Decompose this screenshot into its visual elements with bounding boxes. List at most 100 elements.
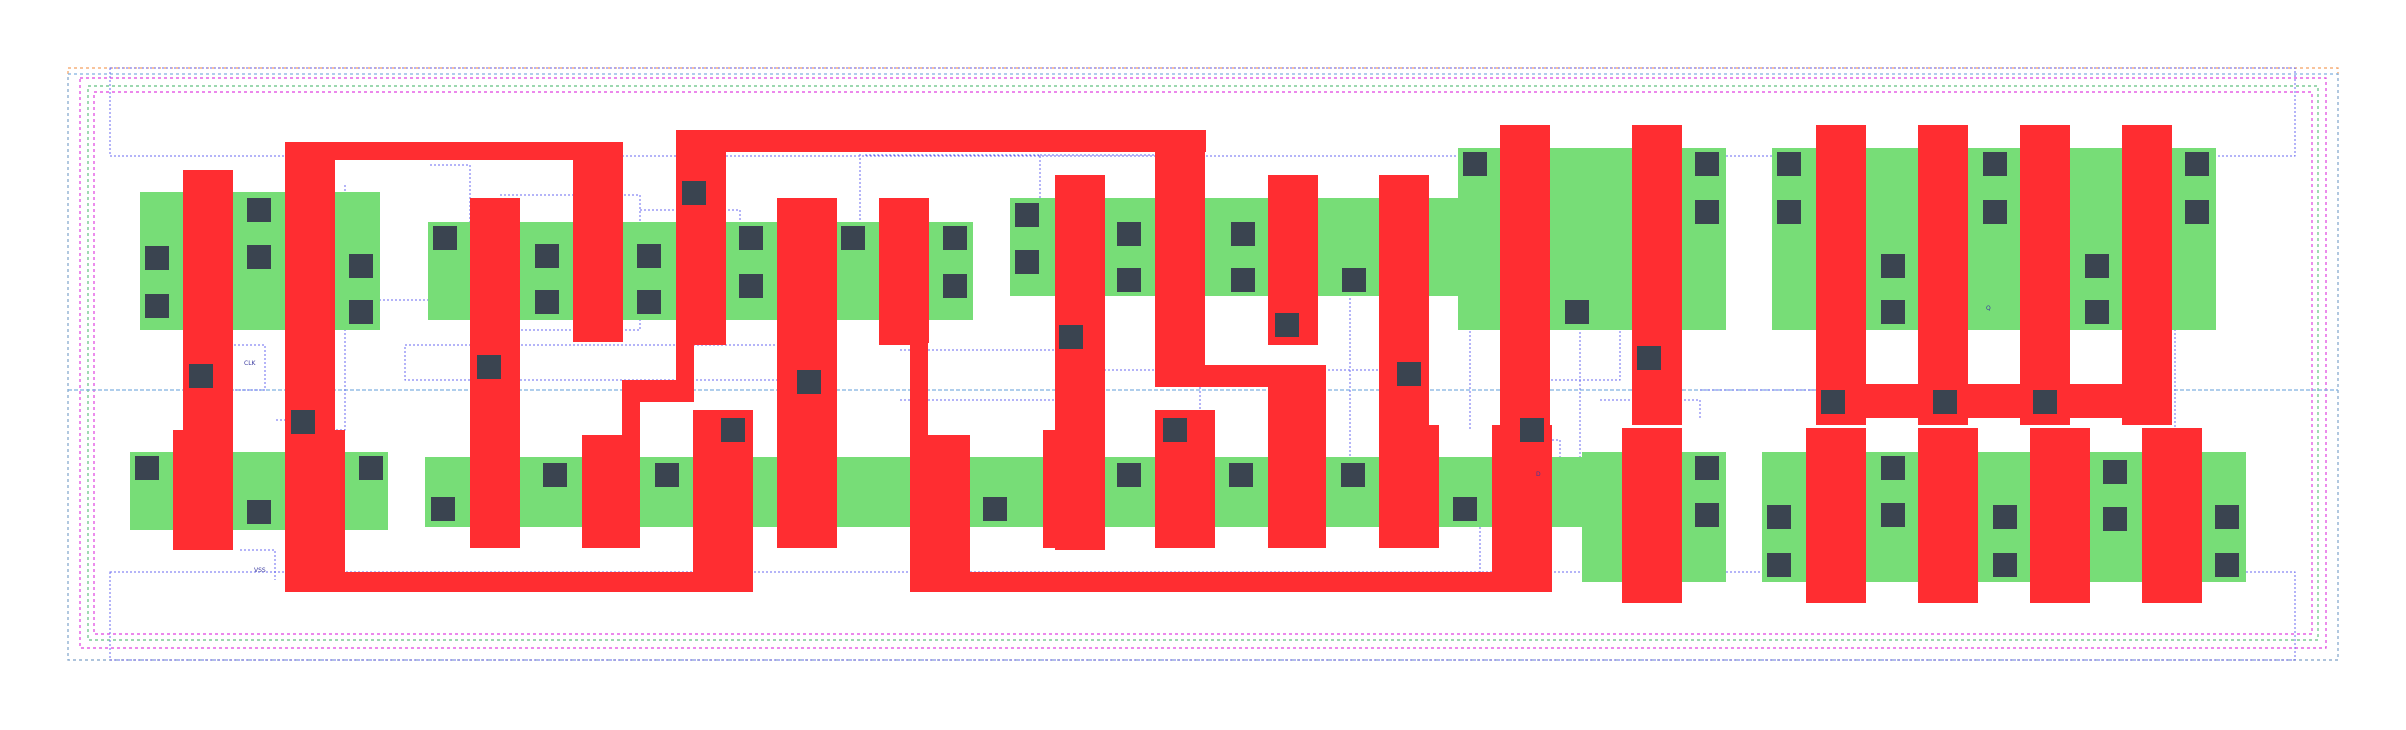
- contact: [2085, 300, 2109, 324]
- contact: [637, 290, 661, 314]
- pin-label-q: Q: [1986, 305, 1991, 312]
- contact: [431, 497, 455, 521]
- contact: [1453, 497, 1477, 521]
- contact: [1881, 456, 1905, 480]
- contact: [655, 463, 679, 487]
- contact: [135, 456, 159, 480]
- contact: [1231, 268, 1255, 292]
- poly-gate-18: [2020, 125, 2070, 425]
- contact: [1117, 268, 1141, 292]
- poly-gate-5: [582, 435, 640, 548]
- poly-gate-9b: [910, 325, 928, 435]
- contact: [1983, 152, 2007, 176]
- contact: [1117, 463, 1141, 487]
- poly-gate-15: [1632, 125, 1682, 425]
- contact: [359, 456, 383, 480]
- contact: [1767, 553, 1791, 577]
- metal-net-5: [404, 344, 801, 381]
- poly-gate-13: [1379, 175, 1429, 425]
- poly-top-bar-1: [285, 142, 623, 160]
- contact: [739, 274, 763, 298]
- poly-gate-12b: [1268, 365, 1326, 548]
- contact: [1695, 503, 1719, 527]
- contact: [943, 274, 967, 298]
- contact: [145, 294, 169, 318]
- contact: [247, 500, 271, 524]
- poly-gate-9: [879, 198, 929, 343]
- poly-link-5b: [622, 380, 640, 450]
- contact: [1695, 456, 1719, 480]
- contact: [1015, 203, 1039, 227]
- poly-gate-18b: [2030, 428, 2090, 603]
- contact: [433, 226, 457, 250]
- poly-gate-15b: [1622, 428, 1682, 603]
- contact: [2103, 507, 2127, 531]
- contact: [1881, 300, 1905, 324]
- contact: [1059, 325, 1083, 349]
- contact: [1341, 463, 1365, 487]
- contact: [983, 497, 1007, 521]
- contact: [739, 226, 763, 250]
- contact: [1821, 390, 1845, 414]
- contact: [1275, 313, 1299, 337]
- contact: [943, 226, 967, 250]
- poly-gate-17: [1918, 125, 1968, 425]
- contact: [2215, 553, 2239, 577]
- poly-gate-11: [1155, 130, 1205, 370]
- contact: [189, 364, 213, 388]
- contact: [477, 355, 501, 379]
- poly-gate-16b: [1806, 428, 1866, 603]
- poly-gate-6: [676, 130, 726, 345]
- poly-gate-14b: [1492, 425, 1552, 592]
- contact: [1231, 222, 1255, 246]
- metal-net-23: [240, 549, 276, 580]
- poly-output-bar: [1816, 384, 2172, 418]
- contact: [247, 245, 271, 269]
- poly-bottom-bar-2: [910, 572, 1550, 592]
- contact: [797, 370, 821, 394]
- contact: [535, 244, 559, 268]
- contact: [1463, 152, 1487, 176]
- contact: [1881, 503, 1905, 527]
- contact: [2215, 505, 2239, 529]
- poly-link-6: [676, 330, 694, 402]
- contact: [1881, 254, 1905, 278]
- contact: [637, 244, 661, 268]
- pin-label-vss: VSS: [254, 567, 266, 574]
- poly-gate-16: [1816, 125, 1866, 425]
- contact: [247, 198, 271, 222]
- contact: [349, 254, 373, 278]
- contact: [1565, 300, 1589, 324]
- contact: [1397, 362, 1421, 386]
- contact: [1993, 505, 2017, 529]
- pin-label-d: D: [1536, 471, 1541, 478]
- poly-gate-13b: [1379, 425, 1439, 548]
- poly-pad-1: [173, 430, 233, 550]
- poly-top-bar-2: [676, 130, 1206, 152]
- diff-p-4: [1458, 148, 1726, 330]
- contact: [2185, 152, 2209, 176]
- contact: [543, 463, 567, 487]
- contact: [682, 181, 706, 205]
- poly-gate-19: [2122, 125, 2172, 425]
- contact: [721, 418, 745, 442]
- contact: [1637, 346, 1661, 370]
- poly-gate-14: [1500, 125, 1550, 435]
- contact: [1015, 250, 1039, 274]
- contact: [2185, 200, 2209, 224]
- contact: [1695, 200, 1719, 224]
- poly-gate-19b: [2142, 428, 2202, 603]
- contact: [291, 410, 315, 434]
- contact: [1993, 553, 2017, 577]
- contact: [1777, 200, 1801, 224]
- contact: [1777, 152, 1801, 176]
- contact: [1767, 505, 1791, 529]
- poly-bottom-bar-1: [285, 572, 753, 592]
- contact: [1229, 463, 1253, 487]
- poly-link-11: [1155, 365, 1270, 387]
- poly-pad-2: [285, 430, 345, 580]
- contact: [535, 290, 559, 314]
- poly-link-9: [879, 325, 911, 345]
- pin-label-clk: CLK: [244, 360, 257, 367]
- layout-canvas: CLK VSS Q D: [67, 67, 2339, 661]
